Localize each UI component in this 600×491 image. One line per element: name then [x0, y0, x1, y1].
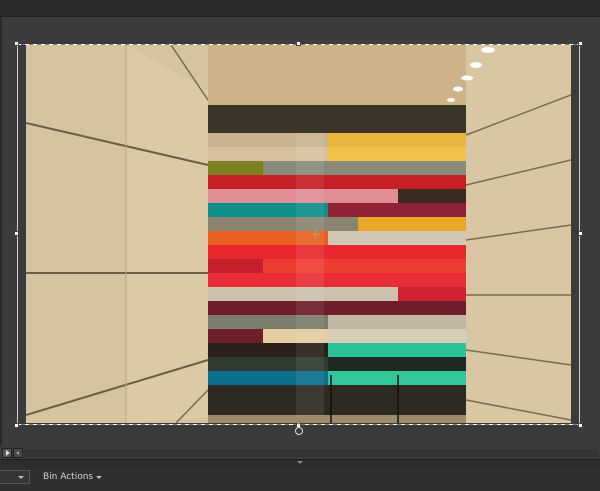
scroll-left-icon[interactable]: [13, 448, 23, 458]
rotate-handle[interactable]: [295, 427, 303, 435]
panel-divider-grip-icon[interactable]: [297, 461, 303, 464]
crop-handle-top-right[interactable]: [578, 41, 583, 46]
crosshair-icon[interactable]: [311, 230, 320, 239]
crop-frame[interactable]: ✔ ⦸: [14, 41, 587, 465]
timeline-scroll-row: [0, 447, 600, 459]
photo-image: [26, 45, 571, 423]
photo-svg: [26, 45, 571, 423]
crop-handle-bottom-left[interactable]: [14, 423, 19, 428]
crop-handle-middle-right[interactable]: [578, 231, 583, 236]
panel-divider[interactable]: [0, 459, 600, 466]
crop-handle-bottom-right[interactable]: [578, 423, 583, 428]
chevron-down-icon: [96, 475, 103, 479]
view-dropdown[interactable]: [0, 470, 30, 484]
horizontal-scrollbar[interactable]: [24, 449, 598, 457]
bottom-bar: Bin Actions: [0, 466, 600, 491]
left-rule: [0, 17, 2, 445]
bin-actions-menu[interactable]: Bin Actions: [43, 470, 103, 484]
top-strip: [0, 0, 600, 17]
play-icon[interactable]: [2, 448, 12, 458]
crop-handle-middle-left[interactable]: [14, 231, 19, 236]
bin-actions-label: Bin Actions: [43, 472, 94, 482]
crop-handle-top-left[interactable]: [14, 41, 19, 46]
crop-handle-top-center[interactable]: [296, 41, 301, 46]
